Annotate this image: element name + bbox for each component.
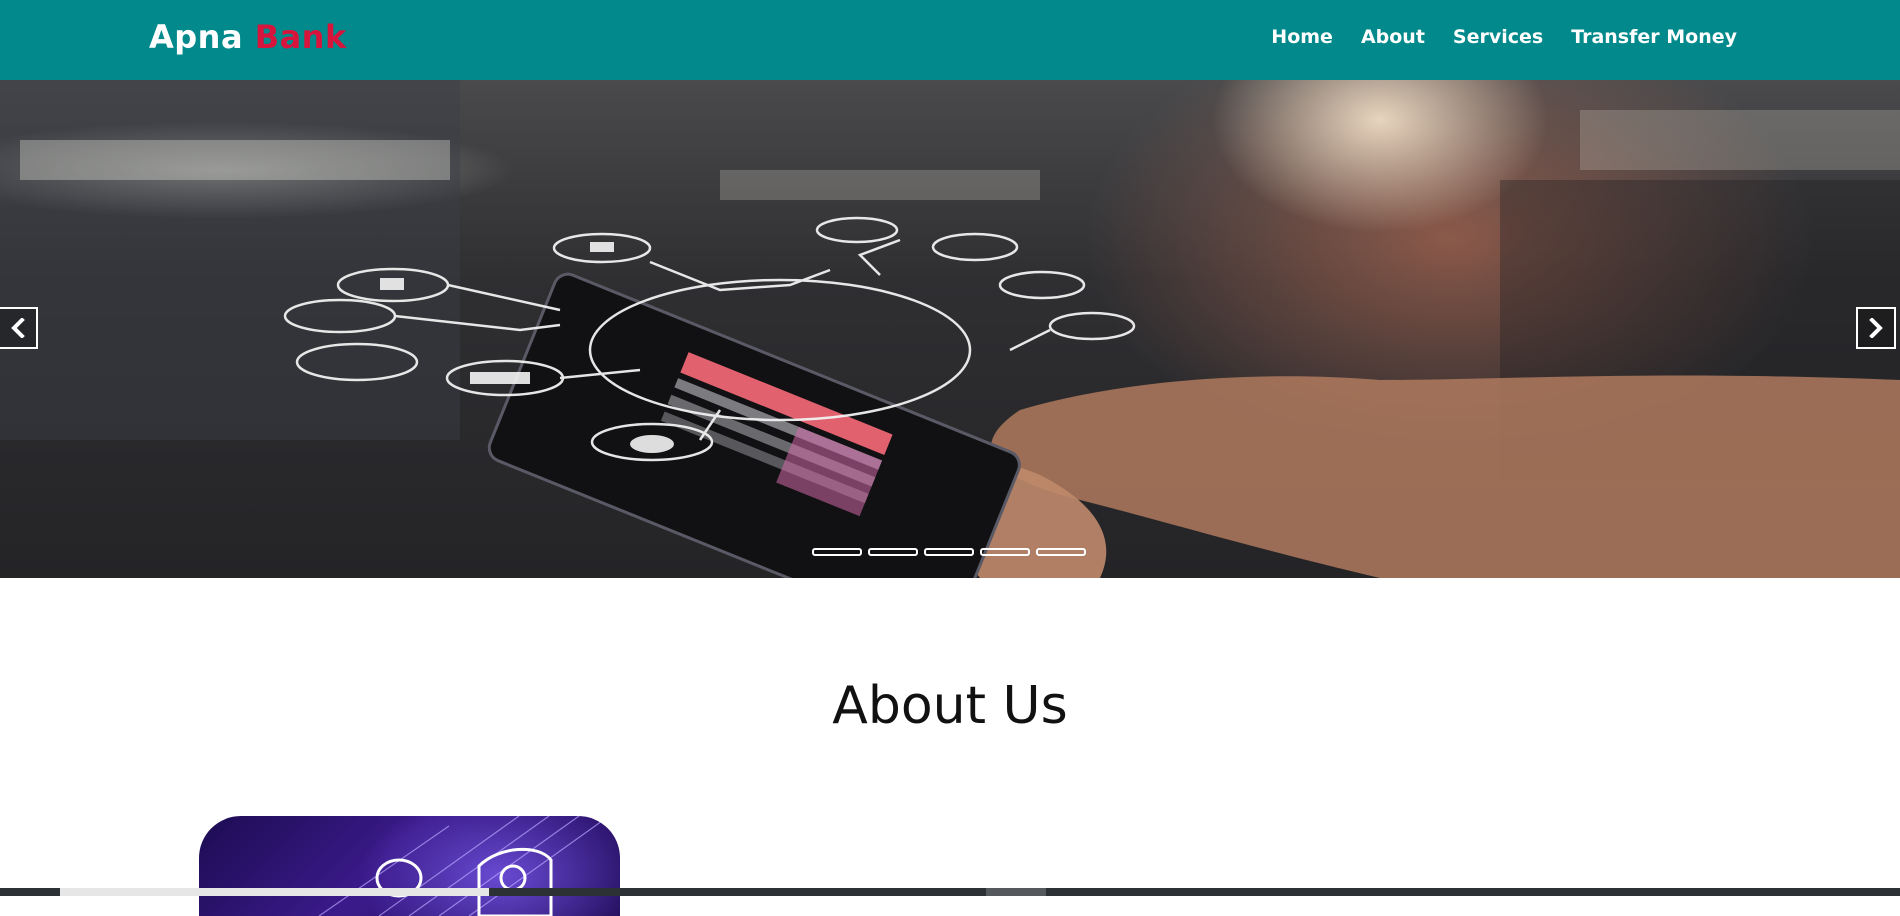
carousel-indicator-2[interactable]	[868, 548, 918, 556]
chevron-left-icon	[11, 318, 25, 338]
nav-link-services[interactable]: Services	[1453, 26, 1543, 48]
nav-link-transfer-money[interactable]: Transfer Money	[1571, 26, 1737, 48]
carousel-indicator-5[interactable]	[1036, 548, 1086, 556]
carousel-indicator-4[interactable]	[980, 548, 1030, 556]
carousel-prev-button[interactable]	[0, 307, 38, 349]
chevron-right-icon	[1869, 318, 1883, 338]
nav-link-about[interactable]: About	[1361, 26, 1425, 48]
bottom-strip-segment	[986, 888, 1046, 896]
brand-name-accent: Bank	[254, 18, 347, 56]
nav-menu: Home About Services Transfer Money	[1271, 26, 1737, 48]
security-illustration	[318, 816, 610, 916]
carousel-indicator-1[interactable]	[812, 548, 862, 556]
hero-carousel	[0, 80, 1900, 578]
brand-logo[interactable]: Apna Bank	[149, 18, 347, 56]
carousel-indicators	[812, 548, 1086, 556]
about-heading: About Us	[832, 676, 1068, 736]
carousel-indicator-3[interactable]	[924, 548, 974, 556]
brand-name-primary: Apna	[149, 18, 244, 56]
about-image	[199, 816, 620, 916]
hero-slide-image	[0, 80, 1900, 578]
navbar: Apna Bank Home About Services Transfer M…	[0, 0, 1900, 80]
bottom-strip-segment	[60, 888, 489, 896]
bottom-strip	[0, 888, 1900, 896]
carousel-next-button[interactable]	[1856, 307, 1896, 349]
nav-link-home[interactable]: Home	[1271, 26, 1333, 48]
